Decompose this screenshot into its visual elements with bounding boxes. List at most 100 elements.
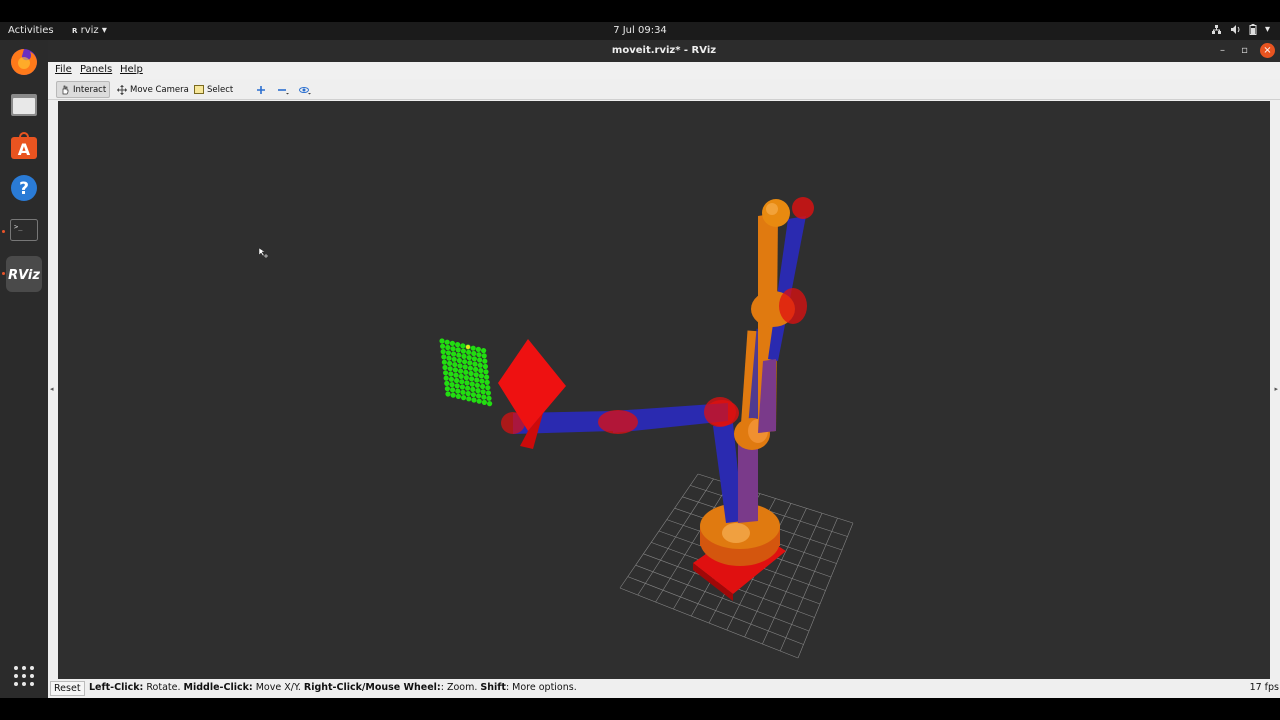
- dock-terminal[interactable]: >_: [6, 212, 42, 248]
- firefox-icon: [11, 49, 37, 75]
- target-point: [471, 397, 477, 403]
- target-point: [470, 392, 476, 398]
- target-point: [466, 396, 472, 402]
- target-point: [482, 363, 488, 370]
- scene-3d: [258, 197, 854, 659]
- target-point: [445, 344, 451, 351]
- dock-firefox[interactable]: [6, 44, 42, 80]
- maximize-button[interactable]: ▫: [1237, 43, 1252, 58]
- menu-help-label: Help: [120, 64, 143, 75]
- reset-button[interactable]: Reset: [50, 681, 85, 696]
- minimize-button[interactable]: –: [1215, 43, 1230, 58]
- target-point: [456, 357, 462, 364]
- target-point: [440, 343, 446, 349]
- system-top-bar: Activities R rviz ▾ 7 Jul 09:34 ▾: [0, 22, 1280, 40]
- svg-text:?: ?: [19, 179, 29, 199]
- remove-tool-button[interactable]: [274, 81, 292, 98]
- target-point: [460, 343, 466, 349]
- dock: A ? >_ RViz: [0, 40, 48, 698]
- target-point: [459, 379, 465, 385]
- target-point: [455, 393, 461, 399]
- target-point: [469, 376, 475, 382]
- target-point: [462, 364, 468, 370]
- interact-tool-button[interactable]: Interact: [56, 81, 111, 98]
- dock-show-apps[interactable]: [6, 658, 42, 694]
- hint-shift-label: Shift: [480, 682, 506, 693]
- tool-bar: Interact Move Camera Select: [48, 79, 1280, 100]
- select-tool-button[interactable]: Select: [191, 81, 236, 98]
- chevron-down-icon: ▾: [1264, 24, 1270, 35]
- target-point: [447, 366, 453, 372]
- letterbox-top: [0, 0, 1280, 22]
- target-point: [451, 356, 457, 362]
- hint-right-click-label: Right-Click/Mouse Wheel:: [303, 682, 441, 693]
- target-point: [445, 350, 451, 356]
- dock-help[interactable]: ?: [6, 170, 42, 206]
- target-point: [449, 340, 455, 346]
- eye-icon: [299, 86, 311, 94]
- target-point: [481, 348, 487, 354]
- app-store-icon: A: [11, 132, 37, 159]
- clock[interactable]: 7 Jul 09:34: [0, 25, 1280, 36]
- target-point: [461, 395, 467, 401]
- target-point: [473, 372, 479, 378]
- target-point: [444, 386, 450, 392]
- target-point: [461, 353, 467, 359]
- close-button[interactable]: ×: [1260, 43, 1275, 58]
- target-point: [470, 386, 476, 392]
- dock-files[interactable]: [6, 86, 42, 122]
- target-point: [448, 371, 454, 377]
- target-point: [471, 350, 477, 357]
- target-point: [451, 351, 457, 357]
- target-point: [484, 379, 490, 385]
- target-point: [463, 369, 469, 375]
- system-tray[interactable]: ▾: [1211, 24, 1270, 35]
- target-point: [456, 352, 462, 358]
- left-panel-handle[interactable]: ◂: [50, 385, 54, 393]
- letterbox-bottom: [0, 698, 1280, 720]
- hint-left-click-text: Rotate.: [143, 682, 184, 693]
- target-point: [450, 392, 456, 398]
- menu-panels-label: Panels: [80, 64, 113, 75]
- target-point: [443, 370, 449, 376]
- window-titlebar[interactable]: moveit.rviz* - RViz – ▫ ×: [48, 40, 1280, 62]
- terminal-icon: >_: [10, 219, 38, 241]
- battery-icon: [1249, 24, 1257, 35]
- add-tool-button[interactable]: [253, 81, 269, 98]
- render-viewport[interactable]: [58, 101, 1270, 679]
- target-point: [446, 355, 452, 361]
- target-point: [469, 381, 475, 387]
- svg-text:RViz: RViz: [8, 268, 40, 283]
- right-panel-handle[interactable]: ▸: [1274, 385, 1278, 393]
- target-point: [486, 395, 492, 401]
- menu-bar: File Panels Help: [48, 62, 1280, 79]
- target-point: [458, 368, 464, 374]
- target-point: [481, 399, 487, 405]
- target-point: [473, 366, 479, 372]
- target-point: [440, 349, 446, 355]
- select-icon: [194, 85, 204, 94]
- target-point: [445, 391, 451, 397]
- target-point: [478, 373, 484, 379]
- target-point: [470, 345, 476, 351]
- dock-software[interactable]: A: [6, 128, 42, 164]
- target-point: [455, 342, 461, 348]
- target-point: [458, 373, 464, 379]
- tool-properties-button[interactable]: [296, 81, 314, 98]
- target-point: [441, 359, 447, 365]
- target-point: [481, 353, 487, 359]
- menu-file[interactable]: File: [55, 64, 72, 75]
- target-point: [476, 352, 482, 358]
- target-point: [454, 383, 460, 389]
- menu-panels[interactable]: Panels: [80, 64, 112, 75]
- target-point: [455, 388, 461, 394]
- status-bar: Reset Left-Click: Rotate. Middle-Click: …: [48, 679, 1280, 698]
- move-camera-tool-button[interactable]: Move Camera: [114, 81, 192, 98]
- target-point: [480, 383, 486, 390]
- target-highlight: [466, 345, 470, 349]
- target-point: [487, 401, 493, 407]
- dock-rviz[interactable]: RViz: [6, 256, 42, 292]
- menu-help[interactable]: Help: [120, 64, 143, 75]
- target-point: [463, 375, 469, 381]
- target-point: [476, 398, 482, 404]
